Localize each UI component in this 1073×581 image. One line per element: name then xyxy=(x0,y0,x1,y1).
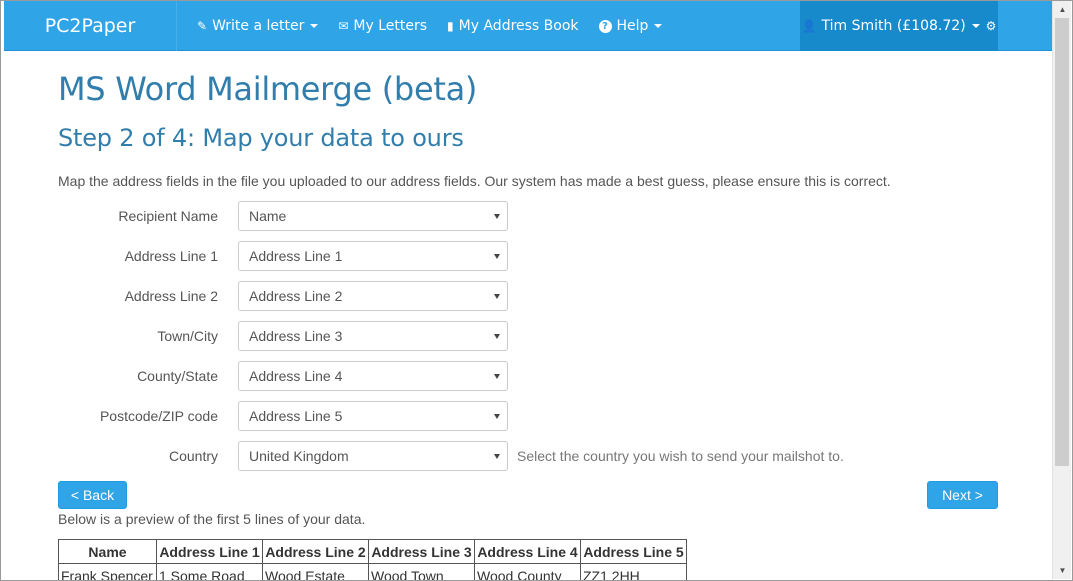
user-icon: 👤 xyxy=(801,19,817,33)
preview-caption: Below is a preview of the first 5 lines … xyxy=(58,511,366,527)
select-arrow-icon xyxy=(494,214,500,219)
country-select[interactable]: United Kingdom xyxy=(238,441,508,471)
nav-help[interactable]: ? Help xyxy=(589,1,673,51)
data-preview-table: Name Address Line 1 Address Line 2 Addre… xyxy=(58,539,687,581)
back-button[interactable]: < Back xyxy=(58,481,127,509)
caret-down-icon xyxy=(310,24,319,28)
book-icon: ▮ xyxy=(447,19,454,33)
column-header-name: Name xyxy=(58,539,157,564)
address-line-1-label: Address Line 1 xyxy=(124,248,218,264)
table-cell: Wood County xyxy=(474,563,581,581)
field-row-recipient-name: Recipient Name Name xyxy=(58,201,998,231)
column-header-address-line-2: Address Line 2 xyxy=(262,539,369,564)
select-arrow-icon xyxy=(494,294,500,299)
recipient-name-select-value: Name xyxy=(249,208,287,224)
nav-my-letters-label: My Letters xyxy=(353,18,428,34)
country-help-text: Select the country you wish to send your… xyxy=(517,448,844,464)
intro-text: Map the address fields in the file you u… xyxy=(58,173,891,189)
country-label: Country xyxy=(168,448,218,464)
table-cell: Wood Estate xyxy=(262,563,369,581)
brand-logo[interactable]: PC2Paper xyxy=(4,1,177,51)
recipient-name-label: Recipient Name xyxy=(118,208,218,224)
address-line-1-select-value: Address Line 1 xyxy=(249,248,343,264)
table-cell: ZZ1 2HH xyxy=(580,563,687,581)
county-state-select[interactable]: Address Line 4 xyxy=(238,361,508,391)
scroll-up-arrow-icon[interactable]: ▲ xyxy=(1053,1,1072,18)
nav-address-book[interactable]: ▮ My Address Book xyxy=(437,1,588,51)
postcode-select-value: Address Line 5 xyxy=(249,408,343,424)
main-nav: ✎ Write a letter ✉ My Letters ▮ My Addre… xyxy=(187,1,672,51)
table-cell: 1 Some Road xyxy=(156,563,263,581)
postcode-label: Postcode/ZIP code xyxy=(99,408,218,424)
select-arrow-icon xyxy=(494,374,500,379)
town-city-label: Town/City xyxy=(157,328,218,344)
column-header-address-line-4: Address Line 4 xyxy=(474,539,581,564)
address-line-2-select-value: Address Line 2 xyxy=(249,288,343,304)
select-arrow-icon xyxy=(494,334,500,339)
nav-write-letter[interactable]: ✎ Write a letter xyxy=(187,1,328,51)
field-row-county-state: County/State Address Line 4 xyxy=(58,361,998,391)
question-circle-icon: ? xyxy=(598,19,612,33)
table-cell: Wood Town xyxy=(368,563,475,581)
recipient-name-select[interactable]: Name xyxy=(238,201,508,231)
pencil-icon: ✎ xyxy=(197,19,208,33)
town-city-select[interactable]: Address Line 3 xyxy=(238,321,508,351)
table-row: Frank Spencer 1 Some Road Wood Estate Wo… xyxy=(58,563,687,581)
select-arrow-icon xyxy=(494,254,500,259)
postcode-select[interactable]: Address Line 5 xyxy=(238,401,508,431)
town-city-select-value: Address Line 3 xyxy=(249,328,343,344)
vertical-scrollbar[interactable]: ▲ ▼ xyxy=(1052,1,1071,579)
caret-down-icon xyxy=(971,24,980,28)
nav-my-letters[interactable]: ✉ My Letters xyxy=(328,1,437,51)
table-cell: Frank Spencer xyxy=(58,563,157,581)
user-account-label: Tim Smith (£108.72) xyxy=(821,18,966,34)
field-row-address-line-2: Address Line 2 Address Line 2 xyxy=(58,281,998,311)
page-title: MS Word Mailmerge (beta) xyxy=(58,70,478,108)
step-title: Step 2 of 4: Map your data to ours xyxy=(58,124,464,152)
gear-icon: ⚙ xyxy=(985,19,997,33)
address-line-2-select[interactable]: Address Line 2 xyxy=(238,281,508,311)
column-header-address-line-1: Address Line 1 xyxy=(156,539,263,564)
nav-write-letter-label: Write a letter xyxy=(212,18,305,34)
select-arrow-icon xyxy=(494,414,500,419)
scroll-down-arrow-icon[interactable]: ▼ xyxy=(1053,562,1072,579)
scroll-thumb[interactable] xyxy=(1055,18,1069,466)
envelope-icon: ✉ xyxy=(338,19,349,33)
address-line-2-label: Address Line 2 xyxy=(124,288,218,304)
nav-help-label: Help xyxy=(616,18,649,34)
column-header-address-line-3: Address Line 3 xyxy=(368,539,475,564)
county-state-label: County/State xyxy=(137,368,218,384)
table-header-row: Name Address Line 1 Address Line 2 Addre… xyxy=(58,539,687,564)
nav-address-book-label: My Address Book xyxy=(458,18,579,34)
field-row-postcode: Postcode/ZIP code Address Line 5 xyxy=(58,401,998,431)
field-row-address-line-1: Address Line 1 Address Line 1 xyxy=(58,241,998,271)
next-button[interactable]: Next > xyxy=(927,481,998,509)
country-select-value: United Kingdom xyxy=(249,448,349,464)
field-row-town-city: Town/City Address Line 3 xyxy=(58,321,998,351)
select-arrow-icon xyxy=(494,454,500,459)
column-header-address-line-5: Address Line 5 xyxy=(580,539,687,564)
county-state-select-value: Address Line 4 xyxy=(249,368,343,384)
address-line-1-select[interactable]: Address Line 1 xyxy=(238,241,508,271)
user-account-menu[interactable]: 👤 Tim Smith (£108.72) ⚙ xyxy=(800,1,998,51)
caret-down-icon xyxy=(654,24,663,28)
field-row-country: Country United Kingdom Select the countr… xyxy=(58,441,998,471)
top-navbar: PC2Paper ✎ Write a letter ✉ My Letters ▮… xyxy=(4,1,1052,51)
